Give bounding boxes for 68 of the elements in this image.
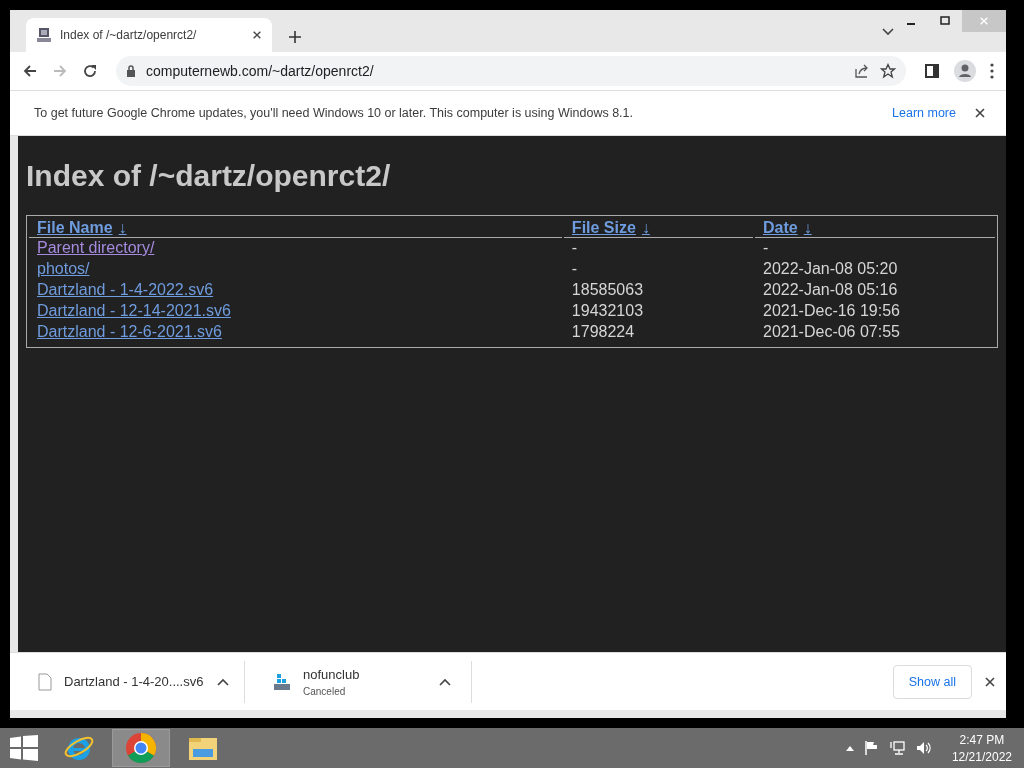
download-status: Canceled bbox=[303, 685, 347, 697]
browser-tab[interactable]: Index of /~dartz/openrct2/ bbox=[26, 18, 272, 52]
back-arrow-icon bbox=[22, 63, 38, 79]
new-tab-button[interactable] bbox=[286, 28, 304, 46]
close-icon bbox=[974, 107, 986, 119]
start-button[interactable] bbox=[10, 735, 38, 761]
file-date: 2021-Dec-16 19:56 bbox=[763, 302, 900, 319]
file-size: 18585063 bbox=[571, 281, 644, 298]
sort-link[interactable]: ↓ bbox=[118, 219, 127, 236]
lock-icon bbox=[126, 65, 136, 77]
address-bar[interactable]: computernewb.com/~dartz/openrct2/ bbox=[116, 56, 906, 86]
sort-link[interactable]: ↓ bbox=[803, 219, 812, 236]
show-all-button[interactable]: Show all bbox=[892, 664, 972, 699]
forward-arrow-icon bbox=[52, 63, 68, 79]
file-date: 2021-Dec-06 07:55 bbox=[763, 323, 900, 340]
column-header-link[interactable]: File Name bbox=[37, 219, 113, 236]
file-size: - bbox=[571, 239, 578, 256]
file-link[interactable]: Dartzland - 1-4-2022.sv6 bbox=[37, 281, 214, 298]
chrome-icon bbox=[125, 732, 157, 764]
column-header-link[interactable]: File Size bbox=[571, 219, 636, 236]
file-date: 2022-Jan-08 05:20 bbox=[763, 260, 898, 277]
file-link[interactable]: Dartzland - 12-6-2021.sv6 bbox=[37, 323, 222, 340]
file-size: 1798224 bbox=[571, 323, 635, 340]
download-name: nofunclub bbox=[303, 666, 360, 682]
url-text: computernewb.com/~dartz/openrct2/ bbox=[146, 63, 375, 79]
tab-search-button[interactable] bbox=[882, 28, 894, 36]
share-icon[interactable] bbox=[854, 63, 870, 79]
taskbar-app[interactable] bbox=[112, 729, 170, 767]
speaker-icon[interactable] bbox=[915, 740, 932, 756]
minimize-icon bbox=[907, 23, 915, 25]
caret-icon bbox=[439, 677, 451, 686]
show-hidden-icons-icon[interactable] bbox=[845, 745, 854, 751]
download-name: Dartzland - 1-4-20....sv6 bbox=[64, 674, 204, 689]
file-icon bbox=[38, 672, 52, 691]
avatar-icon bbox=[954, 60, 976, 82]
column-header-link[interactable]: Date bbox=[763, 219, 798, 236]
installer-icon bbox=[273, 672, 291, 691]
file-link[interactable]: Parent directory/ bbox=[37, 239, 155, 256]
maximize-icon bbox=[940, 16, 950, 26]
side-panel-icon bbox=[924, 63, 940, 79]
clock-time[interactable]: 2:47 PM bbox=[959, 732, 1005, 747]
close-icon bbox=[984, 675, 996, 688]
network-icon[interactable] bbox=[889, 740, 906, 756]
update-message: To get future Google Chrome updates, you'll need Windows 10 or later. This computer is using Windows 8.1. bbox=[34, 106, 634, 120]
file-size: 19432103 bbox=[571, 302, 644, 319]
menu-icon bbox=[990, 63, 994, 79]
file-link[interactable]: photos/ bbox=[37, 260, 90, 277]
plus-icon bbox=[288, 30, 302, 44]
download-item[interactable]: nofunclub Canceled bbox=[245, 660, 472, 703]
close-icon bbox=[979, 16, 989, 26]
learn-more-link[interactable]: Learn more bbox=[892, 106, 956, 120]
flag-icon[interactable] bbox=[863, 740, 880, 756]
windows-logo-icon bbox=[10, 735, 38, 761]
sort-link[interactable]: ↓ bbox=[641, 219, 650, 236]
computer-icon bbox=[36, 27, 52, 43]
download-item[interactable]: Dartzland - 1-4-20....sv6 bbox=[10, 660, 245, 703]
page-heading: Index of /~dartz/openrct2/ bbox=[26, 159, 392, 193]
file-date: 2022-Jan-08 05:16 bbox=[763, 281, 898, 298]
caret-icon bbox=[217, 677, 230, 686]
file-link[interactable]: Dartzland - 12-14-2021.sv6 bbox=[37, 302, 231, 319]
file-date: - bbox=[763, 239, 769, 256]
clock-date[interactable]: 12/21/2022 bbox=[951, 749, 1012, 764]
star-icon[interactable] bbox=[880, 63, 896, 79]
tab-title: Index of /~dartz/openrct2/ bbox=[60, 28, 198, 42]
file-size: - bbox=[571, 260, 578, 277]
chevron-down-icon bbox=[882, 28, 894, 36]
close-icon bbox=[252, 30, 262, 40]
reload-icon bbox=[82, 63, 98, 79]
